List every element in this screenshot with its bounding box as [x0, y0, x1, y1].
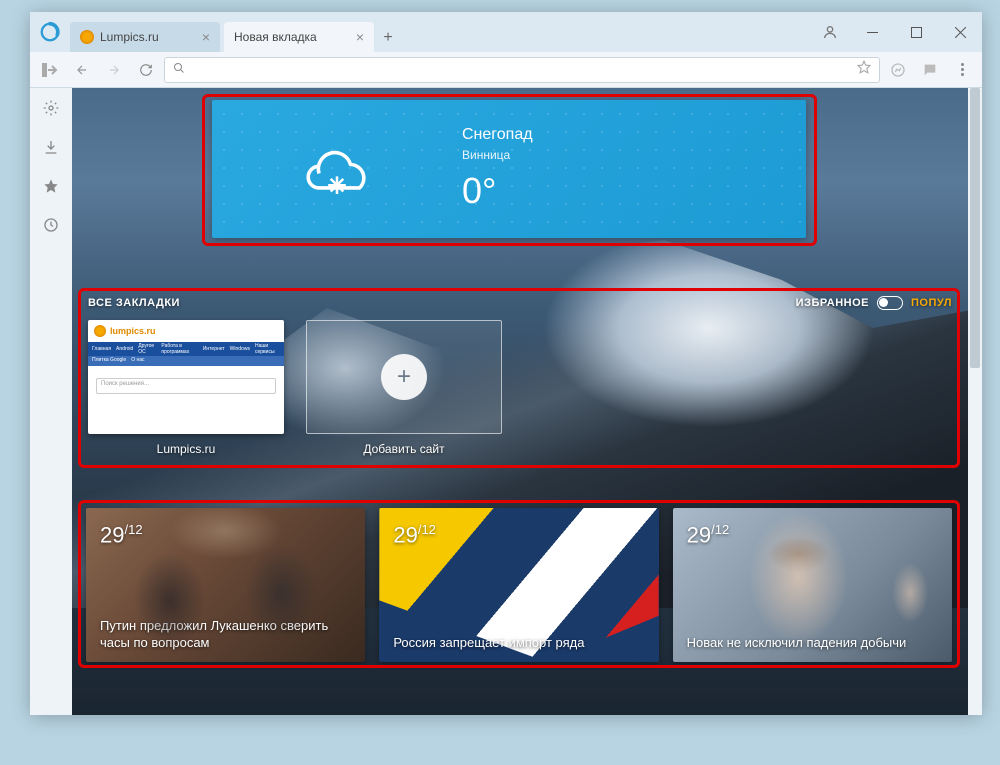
news-card[interactable]: 29/12 Россия запрещает импорт ряда: [379, 508, 658, 662]
menu-button[interactable]: [948, 56, 976, 84]
star-icon[interactable]: [43, 178, 59, 199]
gear-icon[interactable]: [43, 100, 59, 121]
window-controls: [810, 12, 982, 52]
bookmark-label: Lumpics.ru: [88, 442, 284, 456]
lumpics-logo-icon: [94, 325, 106, 337]
news-card[interactable]: 29/12 Новак не исключил падения добычи: [673, 508, 952, 662]
news-month: /12: [418, 522, 436, 537]
address-bar[interactable]: [164, 57, 880, 83]
news-title: Путин предложил Лукашенко сверить часы п…: [100, 618, 355, 652]
extensions-icon[interactable]: [884, 56, 912, 84]
lumpics-subnav: Плитка GoogleО нас: [88, 356, 284, 366]
download-icon[interactable]: [43, 139, 59, 160]
news-title: Россия запрещает импорт ряда: [393, 635, 648, 652]
tab-close-icon[interactable]: ×: [356, 29, 364, 45]
search-icon: [173, 61, 185, 79]
popular-label[interactable]: ПОПУЛ: [911, 297, 952, 309]
weather-snow-icon: [212, 124, 462, 214]
bookmark-label: Добавить сайт: [306, 442, 502, 456]
favicon-icon: [80, 30, 94, 44]
news-month: /12: [124, 522, 142, 537]
reload-button[interactable]: [132, 56, 160, 84]
favourites-label[interactable]: ИЗБРАННОЕ: [796, 297, 869, 309]
bookmark-tile-add[interactable]: + Добавить сайт: [306, 320, 502, 456]
news-date: 29/12: [393, 522, 436, 548]
close-button[interactable]: [938, 12, 982, 52]
weather-widget[interactable]: Снегопад Винница 0°: [212, 100, 806, 238]
minimize-button[interactable]: [850, 12, 894, 52]
tab-lumpics[interactable]: Lumpics.ru ×: [70, 22, 220, 52]
news-date: 29/12: [687, 522, 730, 548]
tab-label: Новая вкладка: [234, 30, 317, 44]
browser-logo-icon: [30, 21, 70, 43]
news-title: Новак не исключил падения добычи: [687, 635, 942, 652]
bookmark-tiles: lumpics.ru ГлавнаяAndroidДругое ОСРабота…: [88, 320, 952, 456]
bookmark-thumbnail: lumpics.ru ГлавнаяAndroidДругое ОСРабота…: [88, 320, 284, 434]
toggle-switch[interactable]: [877, 296, 903, 310]
scrollbar-thumb[interactable]: [970, 88, 980, 368]
weather-city: Винница: [462, 148, 533, 162]
news-month: /12: [711, 522, 729, 537]
bookmark-star-icon[interactable]: [857, 60, 871, 79]
weather-info: Снегопад Винница 0°: [462, 126, 533, 212]
lumpics-search: Поиск решения...: [96, 378, 276, 394]
plus-icon: +: [381, 354, 427, 400]
sidebar-toggle-icon[interactable]: [36, 56, 64, 84]
bookmarks-header: ВСЕ ЗАКЛАДКИ ИЗБРАННОЕ ПОПУЛ: [88, 296, 952, 310]
all-bookmarks-label[interactable]: ВСЕ ЗАКЛАДКИ: [88, 297, 180, 309]
lumpics-nav: ГлавнаяAndroidДругое ОСРабота в программ…: [88, 342, 284, 356]
maximize-button[interactable]: [894, 12, 938, 52]
scrollbar[interactable]: [968, 88, 982, 715]
tab-close-icon[interactable]: ×: [202, 29, 210, 45]
news-date: 29/12: [100, 522, 143, 548]
add-site-thumb: +: [306, 320, 502, 434]
new-tab-button[interactable]: +: [374, 24, 402, 52]
toolbar: [30, 52, 982, 88]
new-tab-content: Снегопад Винница 0° ВСЕ ЗАКЛАДКИ ИЗБРАНН…: [72, 88, 982, 715]
chat-icon[interactable]: [916, 56, 944, 84]
news-section: 29/12 Путин предложил Лукашенко сверить …: [86, 508, 952, 662]
history-icon[interactable]: [43, 217, 59, 238]
account-icon[interactable]: [810, 12, 850, 52]
bookmark-tile-lumpics[interactable]: lumpics.ru ГлавнаяAndroidДругое ОСРабота…: [88, 320, 284, 456]
tab-label: Lumpics.ru: [100, 30, 159, 44]
tab-newtab[interactable]: Новая вкладка ×: [224, 22, 374, 52]
tab-strip: Lumpics.ru × Новая вкладка × +: [70, 12, 810, 52]
back-button[interactable]: [68, 56, 96, 84]
forward-button[interactable]: [100, 56, 128, 84]
titlebar: Lumpics.ru × Новая вкладка × +: [30, 12, 982, 52]
weather-condition: Снегопад: [462, 126, 533, 144]
side-panel: [30, 88, 72, 715]
browser-window: Lumpics.ru × Новая вкладка × +: [30, 12, 982, 715]
body-area: Снегопад Винница 0° ВСЕ ЗАКЛАДКИ ИЗБРАНН…: [30, 88, 982, 715]
url-input[interactable]: [191, 63, 851, 77]
lumpics-title: lumpics.ru: [110, 326, 156, 336]
bookmarks-section: ВСЕ ЗАКЛАДКИ ИЗБРАННОЕ ПОПУЛ l: [88, 296, 952, 456]
news-card[interactable]: 29/12 Путин предложил Лукашенко сверить …: [86, 508, 365, 662]
weather-temperature: 0°: [462, 170, 533, 212]
